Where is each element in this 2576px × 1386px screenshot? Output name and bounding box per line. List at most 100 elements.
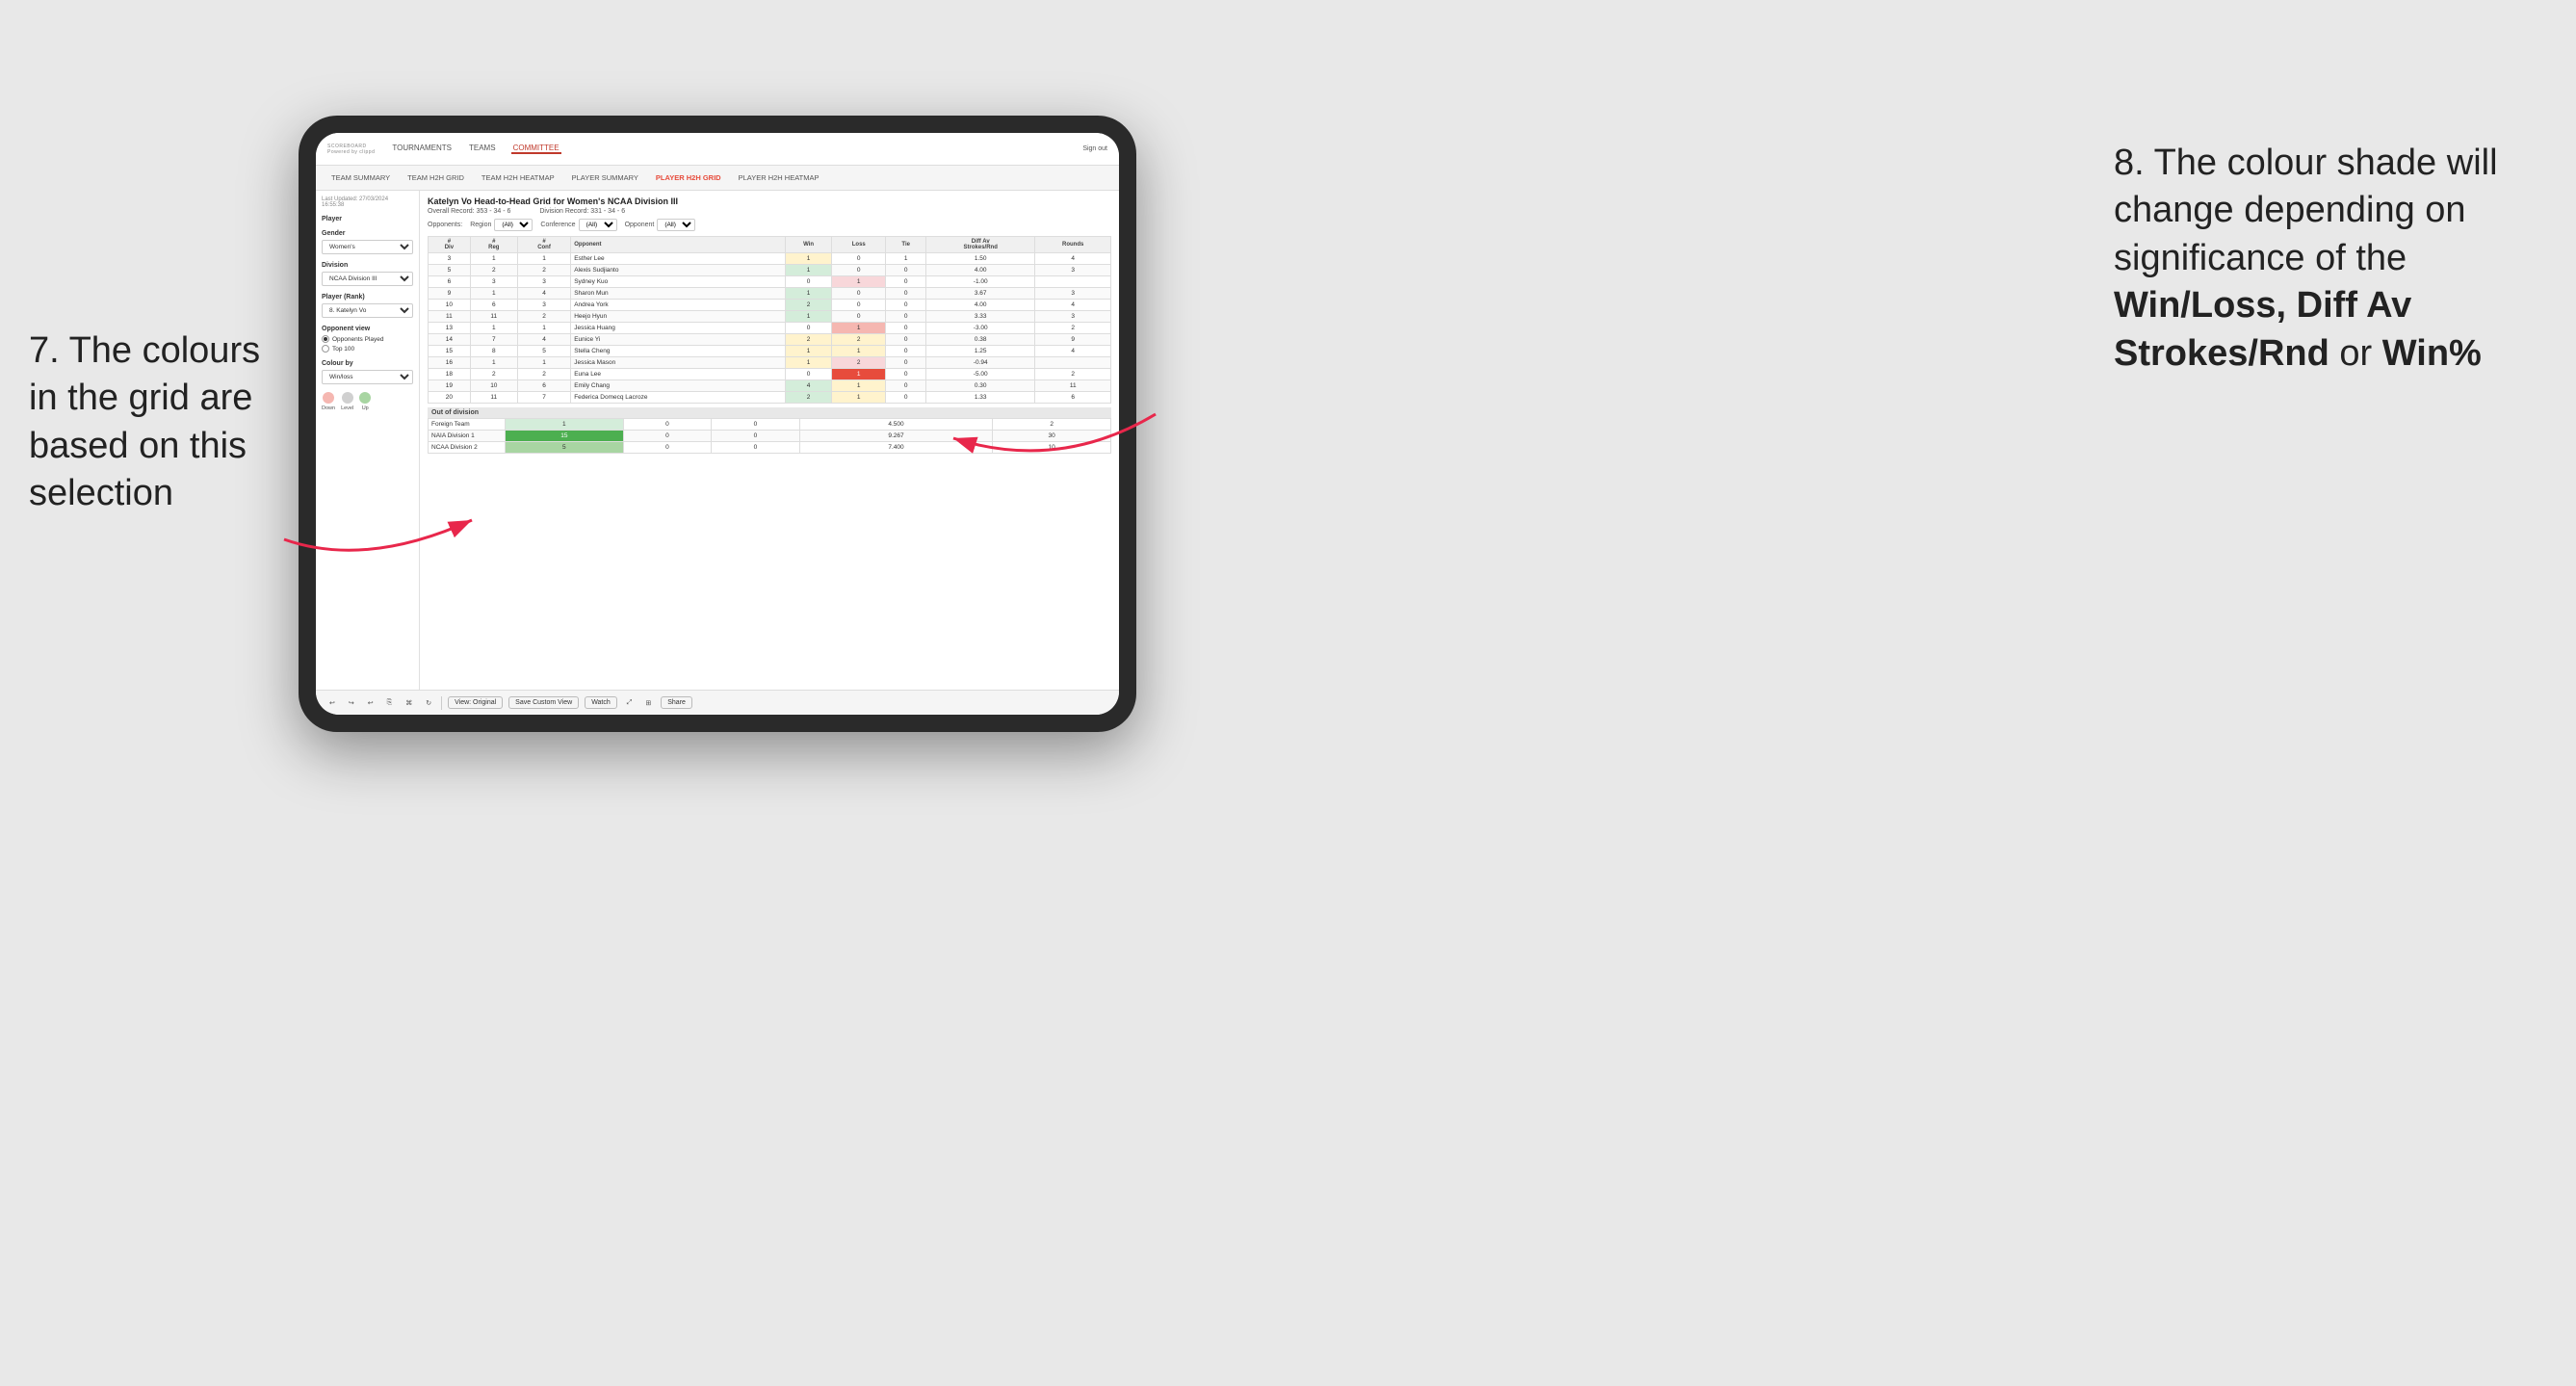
cell-rounds: 3 bbox=[1035, 265, 1111, 276]
cell-win: 4 bbox=[786, 380, 832, 392]
cell-div: 11 bbox=[429, 311, 471, 323]
filter-conference-select[interactable]: (All) bbox=[579, 219, 617, 231]
ood-cell-loss: 0 bbox=[623, 431, 712, 442]
sub-nav-team-h2h-heatmap[interactable]: TEAM H2H HEATMAP bbox=[478, 171, 559, 184]
cell-div: 20 bbox=[429, 392, 471, 404]
cell-opponent: Sharon Mun bbox=[571, 288, 786, 300]
sidebar-opponent-view-label: Opponent view bbox=[322, 326, 413, 332]
sidebar-colour-by-select[interactable]: Win/loss bbox=[322, 370, 413, 384]
ood-cell-win: 5 bbox=[506, 442, 624, 454]
cell-div: 5 bbox=[429, 265, 471, 276]
sub-nav-team-h2h-grid[interactable]: TEAM H2H GRID bbox=[403, 171, 468, 184]
nav-committee[interactable]: COMMITTEE bbox=[511, 144, 561, 154]
radio-top100-dot bbox=[322, 345, 329, 353]
watch-btn[interactable]: Watch bbox=[585, 696, 617, 709]
refresh-btn[interactable]: ↻ bbox=[422, 697, 435, 709]
cell-opponent: Alexis Sudjianto bbox=[571, 265, 786, 276]
cell-conf: 1 bbox=[517, 323, 570, 334]
cell-loss: 2 bbox=[832, 334, 886, 346]
cell-win: 1 bbox=[786, 288, 832, 300]
sub-nav-team-summary[interactable]: TEAM SUMMARY bbox=[327, 171, 394, 184]
main-nav: TOURNAMENTS TEAMS COMMITTEE bbox=[390, 144, 1082, 154]
save-custom-btn[interactable]: Save Custom View bbox=[508, 696, 579, 709]
cell-tie: 0 bbox=[886, 357, 926, 369]
cell-win: 0 bbox=[786, 276, 832, 288]
sidebar-player-rank-section: Player (Rank) 8. Katelyn Vo bbox=[322, 294, 413, 318]
cell-win: 1 bbox=[786, 346, 832, 357]
sidebar-meta: Last Updated: 27/03/202416:55:38 bbox=[322, 196, 413, 208]
cell-diff: 4.00 bbox=[926, 265, 1035, 276]
th-div: #Div bbox=[429, 237, 471, 253]
ood-cell-rounds: 10 bbox=[993, 442, 1111, 454]
cell-tie: 0 bbox=[886, 346, 926, 357]
sign-out-link[interactable]: Sign out bbox=[1082, 145, 1107, 152]
undo-btn[interactable]: ↩ bbox=[325, 697, 339, 709]
cell-reg: 3 bbox=[470, 276, 517, 288]
view-original-btn[interactable]: View: Original bbox=[448, 696, 503, 709]
grid-record: Overall Record: 353 - 34 - 6 Division Re… bbox=[428, 208, 1111, 215]
share-btn[interactable]: Share bbox=[661, 696, 692, 709]
main-content: Last Updated: 27/03/202416:55:38 Player … bbox=[316, 191, 1119, 690]
sub-nav-player-h2h-grid[interactable]: PLAYER H2H GRID bbox=[652, 171, 725, 184]
undo2-btn[interactable]: ↩ bbox=[364, 697, 377, 709]
sub-nav-player-h2h-heatmap[interactable]: PLAYER H2H HEATMAP bbox=[735, 171, 823, 184]
ood-cell-win: 1 bbox=[506, 419, 624, 431]
cell-opponent: Federica Domecq Lacroze bbox=[571, 392, 786, 404]
cell-rounds: 2 bbox=[1035, 323, 1111, 334]
ood-table-row: NCAA Division 2 5 0 0 7.400 10 bbox=[429, 442, 1111, 454]
th-loss: Loss bbox=[832, 237, 886, 253]
cell-diff: 3.33 bbox=[926, 311, 1035, 323]
cell-loss: 0 bbox=[832, 265, 886, 276]
cell-rounds: 2 bbox=[1035, 369, 1111, 380]
ood-cell-loss: 0 bbox=[623, 442, 712, 454]
sidebar-player-section: Player bbox=[322, 216, 413, 222]
sidebar-division-label: Division bbox=[322, 262, 413, 269]
out-of-division-table: Foreign Team 1 0 0 4.500 2 NAIA Division… bbox=[428, 418, 1111, 454]
cell-opponent: Heejo Hyun bbox=[571, 311, 786, 323]
cell-reg: 2 bbox=[470, 265, 517, 276]
cell-diff: 1.33 bbox=[926, 392, 1035, 404]
cell-conf: 3 bbox=[517, 276, 570, 288]
cell-opponent: Emily Chang bbox=[571, 380, 786, 392]
filter-region-select[interactable]: (All) bbox=[494, 219, 533, 231]
table-row: 5 2 2 Alexis Sudjianto 1 0 0 4.00 3 bbox=[429, 265, 1111, 276]
table-row: 19 10 6 Emily Chang 4 1 0 0.30 11 bbox=[429, 380, 1111, 392]
fullscreen-btn[interactable]: ⤢ bbox=[623, 697, 637, 709]
sidebar-gender-select[interactable]: Women's bbox=[322, 240, 413, 254]
sidebar-radio-top100[interactable]: Top 100 bbox=[322, 345, 413, 353]
annotation-right: 8. The colour shade will change dependin… bbox=[2114, 140, 2547, 378]
nav-teams[interactable]: TEAMS bbox=[467, 144, 498, 154]
legend-level: Level bbox=[341, 392, 353, 411]
sub-nav-player-summary[interactable]: PLAYER SUMMARY bbox=[568, 171, 642, 184]
paste-btn[interactable]: ⌘ bbox=[402, 697, 416, 709]
ood-cell-tie: 0 bbox=[712, 431, 800, 442]
cell-tie: 0 bbox=[886, 380, 926, 392]
legend-down-dot bbox=[323, 392, 334, 404]
sidebar-division-select[interactable]: NCAA Division III bbox=[322, 272, 413, 286]
sidebar-colour-by-label: Colour by bbox=[322, 360, 413, 367]
cell-reg: 6 bbox=[470, 300, 517, 311]
cell-div: 14 bbox=[429, 334, 471, 346]
cell-tie: 0 bbox=[886, 300, 926, 311]
ood-cell-win: 15 bbox=[506, 431, 624, 442]
cell-conf: 1 bbox=[517, 357, 570, 369]
cell-loss: 1 bbox=[832, 346, 886, 357]
filter-opponent-select[interactable]: (All) bbox=[657, 219, 695, 231]
copy-btn[interactable]: ⎘ bbox=[383, 697, 397, 709]
cell-loss: 1 bbox=[832, 276, 886, 288]
sidebar-player-label: Player bbox=[322, 216, 413, 222]
cell-win: 0 bbox=[786, 323, 832, 334]
nav-tournaments[interactable]: TOURNAMENTS bbox=[390, 144, 454, 154]
ood-cell-opponent: NAIA Division 1 bbox=[429, 431, 506, 442]
filter-conference-label: Conference bbox=[540, 222, 575, 228]
grid-btn[interactable]: ⊞ bbox=[641, 697, 655, 709]
cell-conf: 2 bbox=[517, 311, 570, 323]
out-of-division-header: Out of division bbox=[428, 407, 1111, 418]
cell-loss: 1 bbox=[832, 392, 886, 404]
redo-btn[interactable]: ↪ bbox=[345, 697, 358, 709]
table-row: 16 1 1 Jessica Mason 1 2 0 -0.94 bbox=[429, 357, 1111, 369]
ood-cell-opponent: Foreign Team bbox=[429, 419, 506, 431]
sidebar-player-rank-select[interactable]: 8. Katelyn Vo bbox=[322, 303, 413, 318]
sidebar-radio-opponents-played[interactable]: Opponents Played bbox=[322, 335, 413, 343]
tablet-screen: SCOREBOARD Powered by clippd TOURNAMENTS… bbox=[316, 133, 1119, 715]
